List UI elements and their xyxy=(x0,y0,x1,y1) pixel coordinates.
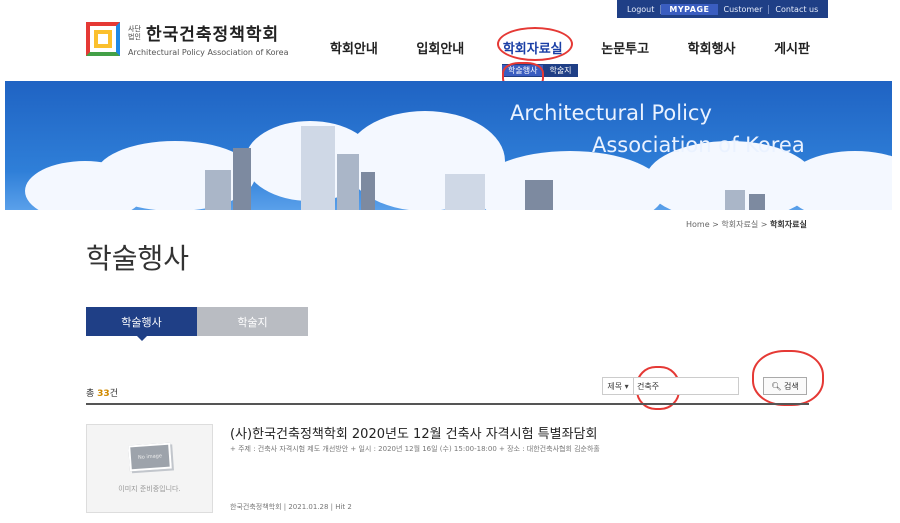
nav-about[interactable]: 학회안내 xyxy=(330,38,378,57)
breadcrumb-level1[interactable]: 학회자료실 xyxy=(721,220,758,229)
breadcrumb: Home > 학회자료실 > 학회자료실 xyxy=(686,220,807,229)
logo-prefix: 사단 법인 xyxy=(128,24,141,41)
logout-link[interactable]: Logout xyxy=(621,5,660,14)
result-count: 총 33건 xyxy=(86,389,118,399)
nav-board[interactable]: 게시판 xyxy=(774,38,810,57)
tab-events[interactable]: 학술행사 xyxy=(86,307,197,341)
search-form: 제목 ▾ xyxy=(602,377,739,395)
logo-icon xyxy=(86,21,120,56)
page-title: 학술행사 xyxy=(86,242,190,275)
post-title-link[interactable]: (사)한국건축정책학회 2020년도 12월 건축사 자격시험 특별좌담회 xyxy=(230,423,597,442)
banner-title-line1: Architectural Policy xyxy=(510,101,712,125)
post-thumbnail[interactable]: No image 이미지 준비중입니다. xyxy=(86,424,213,513)
breadcrumb-home[interactable]: Home xyxy=(686,220,710,229)
breadcrumb-current: 학회자료실 xyxy=(770,220,807,229)
mypage-link[interactable]: MYPAGE xyxy=(661,3,718,15)
search-input[interactable] xyxy=(634,377,739,395)
annotation-circle xyxy=(497,27,573,61)
post-summary: + 주제 : 건축사 자격시험 제도 개선방안 + 일시 : 2020년 12월… xyxy=(230,445,600,453)
tab-journal[interactable]: 학술지 xyxy=(197,307,308,336)
site-logo[interactable]: 사단 법인 한국건축정책학회 Architectural Policy Asso… xyxy=(86,20,288,57)
nav-join[interactable]: 입회안내 xyxy=(416,38,464,57)
post-meta: 한국건축정책학회 | 2021.01.28 | Hit 2 xyxy=(230,503,352,511)
logo-name-ko: 한국건축정책학회 xyxy=(146,25,280,45)
list-divider xyxy=(86,403,809,405)
customer-link[interactable]: Customer xyxy=(718,5,769,14)
submenu-journal[interactable]: 학술지 xyxy=(543,65,577,76)
logo-name-en: Architectural Policy Association of Kore… xyxy=(128,48,289,57)
count-value: 33 xyxy=(97,389,110,399)
no-image-icon: No image xyxy=(127,442,172,471)
page: Logout MYPAGE Customer Contact us 사단 법인 … xyxy=(0,0,900,523)
hero-banner: Architectural Policy Association of Kore… xyxy=(5,81,892,210)
thumbnail-caption: 이미지 준비중입니다. xyxy=(118,484,181,493)
search-field-select[interactable]: 제목 ▾ xyxy=(602,377,634,395)
nav-events[interactable]: 학회행사 xyxy=(688,38,736,57)
nav-submission[interactable]: 논문투고 xyxy=(601,38,649,57)
search-icon: 🔍︎ xyxy=(771,381,782,391)
chevron-down-icon: ▾ xyxy=(624,381,629,391)
contact-link[interactable]: Contact us xyxy=(769,5,824,14)
utility-bar: Logout MYPAGE Customer Contact us xyxy=(617,0,829,18)
content-tabs: 학술행사 학술지 xyxy=(86,307,308,341)
search-button[interactable]: 🔍︎ 검색 xyxy=(763,377,807,395)
banner-title-line2: Association of Korea xyxy=(592,133,805,157)
